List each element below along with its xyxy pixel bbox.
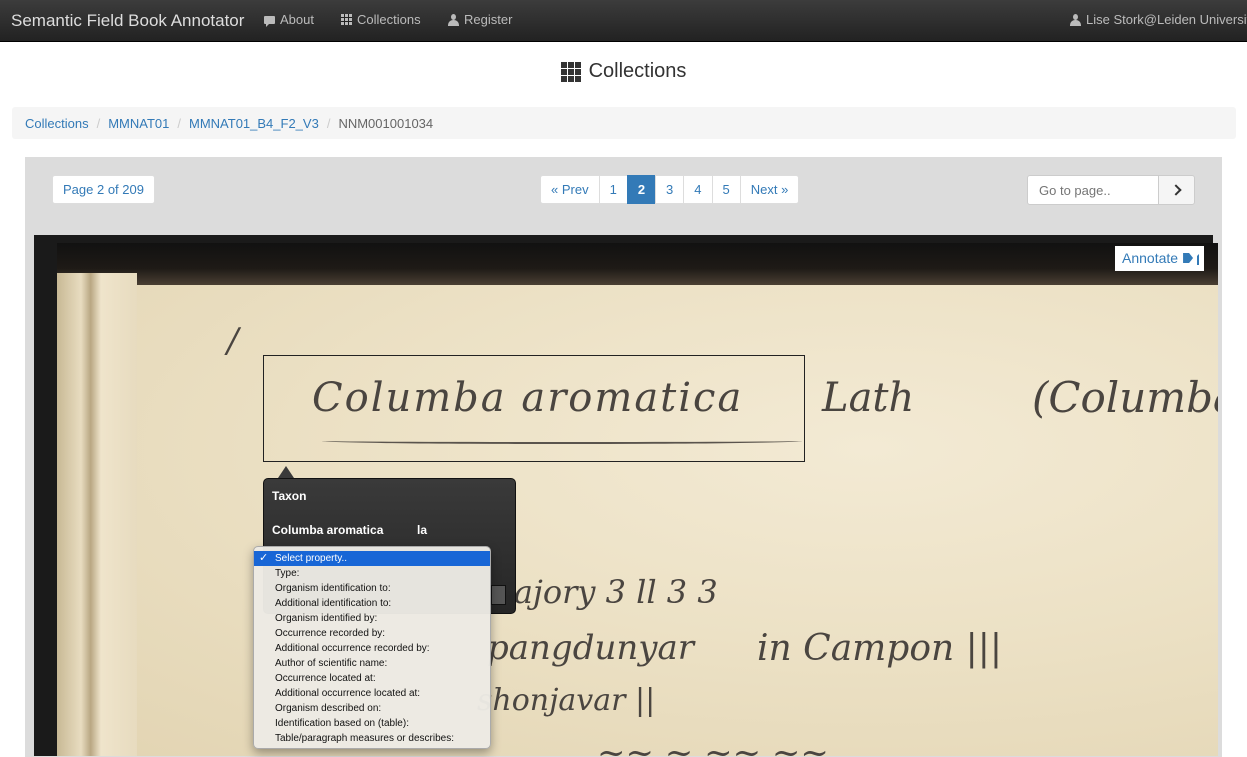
annotate-button[interactable]: Annotate	[1115, 246, 1205, 271]
dropdown-option[interactable]: Additional identification to:	[254, 596, 490, 611]
popup-partial-text: la	[417, 523, 428, 537]
pagination-next[interactable]: Next »	[739, 175, 800, 204]
annotate-label: Annotate	[1122, 250, 1179, 266]
scan-binding	[57, 273, 137, 756]
dropdown-option[interactable]: Identification based on (table):	[254, 716, 490, 731]
pagination: « Prev 1 2 3 4 5 Next »	[540, 175, 800, 204]
pagination-prev[interactable]: « Prev	[540, 175, 600, 204]
handwriting: Lath	[822, 375, 915, 421]
dropdown-option[interactable]: Organism identification to:	[254, 581, 490, 596]
dropdown-option-label: Select property..	[275, 553, 348, 564]
dropdown-option[interactable]: Additional occurrence recorded by:	[254, 641, 490, 656]
breadcrumb-folder[interactable]: MMNAT01_B4_F2_V3	[189, 116, 319, 131]
pagination-page-1[interactable]: 1	[598, 175, 628, 204]
breadcrumb-current: NNM001001034	[338, 116, 434, 131]
field-book-scan[interactable]: / Columba aromatica Lath (Columba ~ajory…	[57, 243, 1218, 756]
nav-about[interactable]: About	[264, 12, 314, 27]
dropdown-option[interactable]: Additional occurrence located at:	[254, 686, 490, 701]
dropdown-option[interactable]: Organism identified by:	[254, 611, 490, 626]
navbar: Semantic Field Book Annotator About Coll…	[0, 0, 1247, 42]
breadcrumb-separator: /	[326, 116, 331, 131]
annotation-selection-box[interactable]	[263, 355, 805, 462]
dropdown-option[interactable]: Type:	[254, 566, 490, 581]
comment-icon	[264, 15, 275, 27]
pagination-page-3[interactable]: 3	[655, 175, 685, 204]
page-title: Collections	[0, 60, 1247, 83]
nav-collections[interactable]: Collections	[341, 12, 421, 27]
handwriting: in Campon |||	[757, 628, 1003, 669]
breadcrumb-mmnat01[interactable]: MMNAT01	[108, 116, 169, 131]
nav-register-label: Register	[464, 12, 513, 27]
goto-page-input[interactable]	[1027, 175, 1159, 205]
breadcrumb-separator: /	[177, 116, 181, 131]
breadcrumb: Collections / MMNAT01 / MMNAT01_B4_F2_V3…	[12, 107, 1236, 139]
handwriting: /	[227, 321, 239, 361]
scan-edge	[57, 243, 1218, 285]
page-count[interactable]: Page 2 of 209	[52, 175, 155, 204]
handwriting: shonjavar ||	[477, 683, 656, 718]
property-dropdown[interactable]: ✓ Select property.. Type: Organism ident…	[253, 546, 491, 749]
brand[interactable]: Semantic Field Book Annotator	[11, 11, 244, 31]
nav-about-label: About	[280, 12, 314, 27]
user-icon	[448, 13, 459, 26]
page-title-text: Collections	[588, 60, 687, 82]
nav-register[interactable]: Register	[448, 12, 512, 27]
dropdown-option[interactable]: Table/paragraph measures or describes:	[254, 731, 490, 746]
breadcrumb-collections[interactable]: Collections	[25, 116, 89, 131]
pagination-page-4[interactable]: 4	[683, 175, 713, 204]
dropdown-option[interactable]: Organism described on:	[254, 701, 490, 716]
popup-button[interactable]	[491, 585, 506, 605]
nav-user-label: Lise Stork@Leiden University	[1086, 12, 1247, 27]
dropdown-option[interactable]: Author of scientific name:	[254, 656, 490, 671]
breadcrumb-separator: /	[96, 116, 101, 131]
popup-value: Columba aromatica	[272, 523, 384, 537]
dropdown-option[interactable]: ✓ Select property..	[254, 551, 490, 566]
popup-arrow	[278, 466, 294, 478]
nav-user-account[interactable]: Lise Stork@Leiden University	[1070, 12, 1247, 27]
handwriting: pangdunyar	[487, 628, 694, 668]
popup-title: Taxon	[272, 489, 307, 503]
user-icon	[1070, 13, 1081, 26]
tags-icon	[1183, 253, 1197, 264]
handwriting: (Columba	[1032, 373, 1218, 422]
handwriting: ~ajory 3 ll 3 3	[487, 573, 718, 611]
dropdown-option[interactable]: Occurrence located at:	[254, 671, 490, 686]
grid-icon	[341, 14, 352, 25]
pagination-page-2[interactable]: 2	[626, 175, 657, 204]
dropdown-option[interactable]: Occurrence recorded by:	[254, 626, 490, 641]
grid-icon	[560, 61, 581, 82]
handwriting: ~~ ~ ~~ ~~	[597, 733, 829, 756]
chevron-right-icon[interactable]	[1158, 175, 1195, 205]
pagination-page-5[interactable]: 5	[711, 175, 741, 204]
checkmark-icon: ✓	[259, 552, 269, 564]
nav-collections-label: Collections	[357, 12, 421, 27]
